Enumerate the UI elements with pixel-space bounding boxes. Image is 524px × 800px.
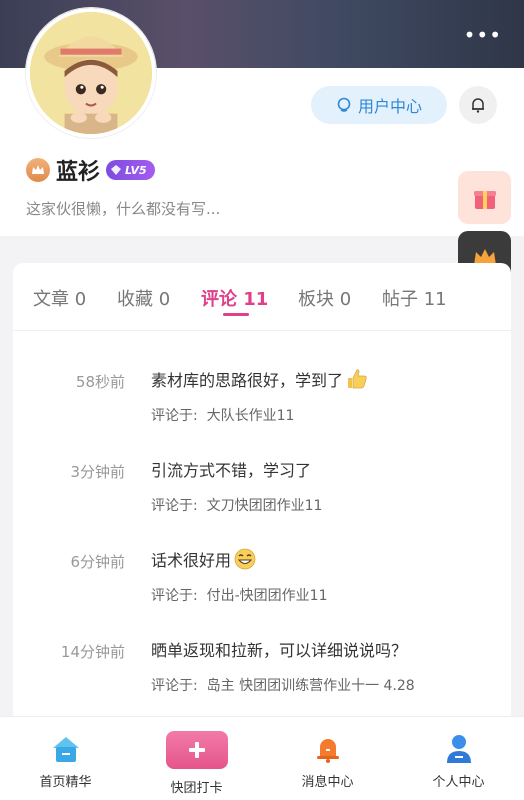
comment-ref-prefix: 评论于: [151, 588, 198, 604]
user-center-label: 用户中心 [357, 97, 422, 116]
comment-text-content: 话术很好用 [151, 551, 232, 570]
comment-text: 素材库的思路很好，学到了 [151, 367, 369, 391]
comment-reference: 评论于: 大队长作业11 [151, 405, 294, 425]
level-badge: LV5 [106, 160, 155, 180]
user-bio: 这家伙很懒，什么都没有写... [26, 200, 221, 218]
comment-text-content: 素材库的思路很好，学到了 [151, 371, 344, 390]
comment-ref-prefix: 评论于: [151, 678, 198, 694]
headset-icon [337, 97, 351, 112]
comment-reference: 评论于: 付出-快团团作业11 [151, 585, 328, 605]
comment-ref-prefix: 评论于: [151, 408, 198, 424]
comment-time: 3分钟前 [70, 463, 125, 481]
comment-time: 6分钟前 [70, 553, 125, 571]
tab-count: 0 [339, 289, 352, 310]
nav-label: 消息中心 [301, 775, 354, 790]
tab-posts[interactable]: 帖子 11 [382, 285, 447, 311]
comment-ref-title[interactable]: 文刀快团团作业11 [207, 498, 323, 514]
comment-item[interactable]: 6分钟前 话术很好用 评论于: 付出-快团团作业11 [13, 543, 511, 633]
avatar-illustration [30, 12, 152, 134]
diamond-icon [111, 165, 122, 175]
grin-face-icon [234, 548, 256, 570]
activity-card: 文章 0 收藏 0 评论 11 板块 0 帖子 11 58秒前 素材库的思路很好… [13, 263, 511, 723]
thumbs-up-icon [348, 369, 367, 389]
home-icon [50, 733, 82, 765]
username: 蓝衫 [56, 160, 101, 185]
tab-favorites[interactable]: 收藏 0 [117, 285, 170, 311]
tab-count: 0 [74, 289, 87, 310]
bell-icon [313, 733, 343, 765]
tab-label: 评论 [201, 289, 237, 310]
tab-label: 帖子 [382, 289, 418, 310]
nav-label: 快团打卡 [170, 781, 223, 796]
comment-ref-title[interactable]: 付出-快团团作业11 [207, 588, 328, 604]
bell-icon [472, 98, 484, 113]
comment-text: 话术很好用 [151, 547, 257, 571]
person-icon [444, 733, 474, 765]
avatar[interactable] [26, 8, 156, 138]
comment-ref-title[interactable]: 岛主 快团团训练营作业十一 4.28 [207, 678, 415, 694]
nav-home[interactable]: 首页精华 [0, 717, 131, 800]
comment-time: 14分钟前 [60, 643, 125, 661]
comment-item[interactable]: 14分钟前 晒单返现和拉新，可以详细说说吗？ 评论于: 岛主 快团团训练营作业十… [13, 633, 511, 723]
tab-count: 11 [243, 289, 269, 310]
tab-label: 板块 [298, 289, 334, 310]
username-row: 蓝衫 LV5 [26, 154, 155, 186]
comment-reference: 评论于: 岛主 快团团训练营作业十一 4.28 [151, 675, 415, 695]
comment-ref-title[interactable]: 大队长作业11 [207, 408, 295, 424]
user-center-button[interactable]: 用户中心 [311, 86, 447, 124]
comment-text-content: 引流方式不错，学习了 [151, 461, 312, 480]
comment-text-content: 晒单返现和拉新，可以详细说说吗？ [151, 641, 408, 660]
member-crown-icon [26, 158, 50, 182]
tab-comments[interactable]: 评论 11 [201, 285, 268, 311]
plus-icon [188, 742, 205, 758]
comment-text: 晒单返现和拉新，可以详细说说吗？ [151, 637, 407, 661]
notification-button[interactable] [459, 86, 497, 124]
active-tab-indicator [223, 313, 249, 316]
nav-messages[interactable]: 消息中心 [262, 717, 393, 800]
tab-bar: 文章 0 收藏 0 评论 11 板块 0 帖子 11 [13, 263, 511, 331]
tab-boards[interactable]: 板块 0 [298, 285, 351, 311]
comment-time: 58秒前 [75, 373, 125, 391]
nav-checkin[interactable]: 快团打卡 [131, 717, 262, 800]
gift-icon [473, 190, 496, 209]
comment-ref-prefix: 评论于: [151, 498, 198, 514]
comment-text: 引流方式不错，学习了 [151, 457, 311, 481]
comment-item[interactable]: 3分钟前 引流方式不错，学习了 评论于: 文刀快团团作业11 [13, 453, 511, 543]
tab-label: 收藏 [117, 289, 153, 310]
bottom-navigation: 首页精华 快团打卡 消息中心 个人中心 [0, 716, 524, 800]
punch-in-button[interactable] [165, 731, 228, 769]
comment-item[interactable]: 58秒前 素材库的思路很好，学到了 评论于: 大队长作业11 [13, 363, 511, 453]
tab-count: 0 [158, 289, 171, 310]
level-label: LV5 [125, 163, 147, 177]
gift-button[interactable] [458, 171, 511, 224]
nav-label: 个人中心 [432, 775, 485, 790]
tab-articles[interactable]: 文章 0 [33, 285, 86, 311]
nav-profile[interactable]: 个人中心 [393, 717, 524, 800]
comment-reference: 评论于: 文刀快团团作业11 [151, 495, 322, 515]
tab-label: 文章 [33, 289, 69, 310]
more-menu-button[interactable]: ••• [464, 25, 502, 45]
nav-label: 首页精华 [39, 775, 92, 790]
tab-count: 11 [423, 289, 447, 310]
